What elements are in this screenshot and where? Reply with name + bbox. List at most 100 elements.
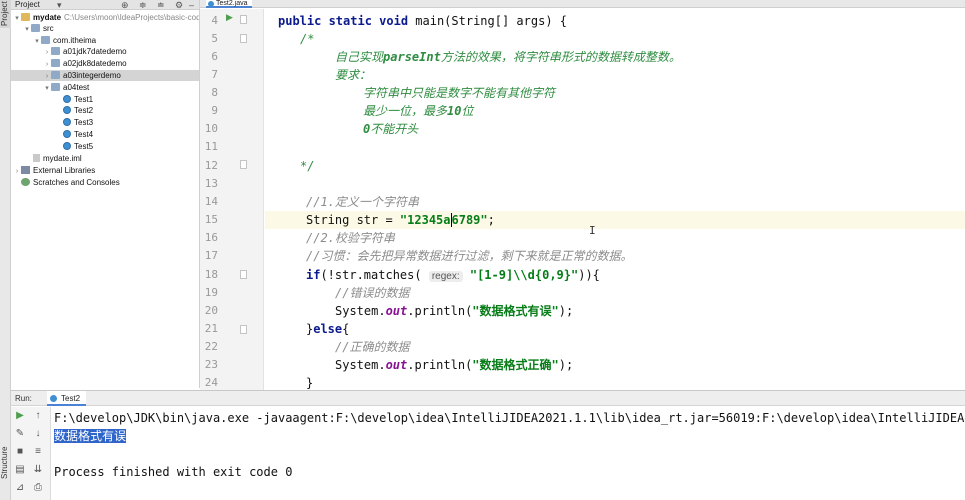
tree-item-a04test[interactable]: ▾ a04test xyxy=(11,82,199,94)
library-icon xyxy=(21,166,30,174)
chevron-right-icon[interactable]: › xyxy=(43,59,51,70)
code-line[interactable]: //错误的数据 xyxy=(335,284,409,302)
console-exit-line: Process finished with exit code 0 xyxy=(54,465,293,479)
tree-label: Test2 xyxy=(74,106,94,115)
code-text: } xyxy=(306,376,314,390)
tree-item-a02jdk8datedemo[interactable]: › a02jdk8datedemo xyxy=(11,58,199,70)
locate-icon[interactable]: ⊕ xyxy=(121,0,129,10)
fold-marker-icon[interactable] xyxy=(240,15,247,24)
tree-item-a01jdk7datedemo[interactable]: › a01jdk7datedemo xyxy=(11,46,199,58)
line-number: 19 xyxy=(204,286,218,299)
code-line[interactable]: 最少一位，最多10位 xyxy=(363,102,473,120)
doc-comment: 方法的效果，将字符串形式的数据转成整数。 xyxy=(440,50,681,64)
code-line[interactable]: 0不能开头 xyxy=(363,120,418,138)
scroll-to-end-icon[interactable]: ⇊ xyxy=(31,463,45,476)
code-line[interactable]: */ xyxy=(300,157,314,175)
structure-tool-button[interactable]: Structure xyxy=(0,443,11,483)
tree-label: mydate xyxy=(33,13,62,22)
layout-icon[interactable]: ▤ xyxy=(13,463,27,476)
code-text: ); xyxy=(558,358,574,372)
chevron-down-icon[interactable]: ▾ xyxy=(57,0,62,10)
java-class-icon xyxy=(63,130,71,138)
tree-item-com-itheima[interactable]: ▾ com.itheima xyxy=(11,35,199,46)
java-class-icon xyxy=(63,142,71,150)
tree-item-scratches[interactable]: Scratches and Consoles xyxy=(11,177,199,188)
tree-item-test1[interactable]: Test1 xyxy=(11,94,199,105)
code-line[interactable]: if(!str.matches( regex: "[1-9]\\d{0,9}")… xyxy=(306,266,600,284)
console-output[interactable]: F:\develop\JDK\bin\java.exe -javaagent:F… xyxy=(52,407,965,500)
scroll-down-icon[interactable]: ↓ xyxy=(31,427,45,440)
fold-marker-icon[interactable] xyxy=(240,270,247,279)
tree-item-mydate-iml[interactable]: mydate.iml xyxy=(11,153,199,164)
editor-tab-test2[interactable]: Test2.java xyxy=(206,0,252,8)
chevron-right-icon[interactable]: › xyxy=(43,47,51,58)
code-line[interactable]: //2.校验字符串 xyxy=(306,229,395,247)
line-number: 16 xyxy=(204,231,218,244)
collapse-all-icon[interactable]: ≐ xyxy=(157,0,165,10)
string-literal: "数据格式有误" xyxy=(472,304,559,318)
keyword: public static void xyxy=(278,14,409,28)
line-number: 10 xyxy=(204,122,218,135)
code-line[interactable]: //正确的数据 xyxy=(335,338,409,356)
scroll-up-icon[interactable]: ↑ xyxy=(31,409,45,422)
fold-marker-icon[interactable] xyxy=(240,325,247,334)
code-line[interactable]: //1.定义一个字符串 xyxy=(306,193,419,211)
tree-label: com.itheima xyxy=(53,36,97,45)
tree-item-mydate[interactable]: ▾ mydate C:\Users\moon\IdeaProjects\basic-… xyxy=(11,12,199,23)
code-text: )){ xyxy=(578,268,600,282)
stop-icon[interactable]: ■ xyxy=(13,445,27,458)
minimize-icon[interactable]: – xyxy=(189,0,194,10)
tree-item-a03integerdemo[interactable]: › a03integerdemo xyxy=(11,70,199,82)
tree-item-external-libraries[interactable]: › External Libraries xyxy=(11,165,199,177)
code-line-current[interactable]: String str = "12345a6789"; xyxy=(306,211,495,229)
code-line[interactable]: /* xyxy=(300,30,314,48)
run-gutter-icon[interactable]: ▶ xyxy=(226,12,233,23)
tree-item-src[interactable]: ▾ src xyxy=(11,23,199,35)
tree-label: Test4 xyxy=(74,130,94,139)
project-title[interactable]: Project xyxy=(15,0,40,9)
line-number: 7 xyxy=(211,68,218,81)
code-line[interactable]: System.out.println("数据格式正确"); xyxy=(335,356,573,374)
doc-comment: 位 xyxy=(461,104,474,118)
code-line[interactable]: }else{ xyxy=(306,320,349,338)
chevron-down-icon[interactable]: ▾ xyxy=(23,24,31,35)
line-number: 14 xyxy=(204,195,218,208)
line-number: 6 xyxy=(211,50,218,63)
console-command-line: F:\develop\JDK\bin\java.exe -javaagent:F… xyxy=(54,411,965,425)
soft-wrap-icon[interactable]: ≡ xyxy=(31,445,45,458)
chevron-right-icon[interactable]: › xyxy=(43,71,51,82)
code-line[interactable]: //习惯：会先把异常数据进行过滤，剩下来就是正常的数据。 xyxy=(306,247,632,265)
chevron-right-icon[interactable]: › xyxy=(13,166,21,177)
line-number: 5 xyxy=(211,32,218,45)
tree-item-test4[interactable]: Test4 xyxy=(11,129,199,140)
code-text: (!str.matches( xyxy=(320,268,429,282)
java-class-icon xyxy=(63,118,71,126)
java-class-icon xyxy=(63,106,71,114)
tree-item-test2[interactable]: Test2 xyxy=(11,105,199,116)
code-line[interactable]: } xyxy=(306,374,313,390)
doc-comment: 不能开头 xyxy=(370,122,419,136)
wrench-icon[interactable]: ✎ xyxy=(13,427,27,440)
code-line[interactable]: public static void main(String[] args) { xyxy=(278,12,567,30)
project-tool-button[interactable]: Project xyxy=(0,0,11,28)
tree-label: a04test xyxy=(63,83,90,92)
line-number: 18 xyxy=(204,268,218,281)
code-editor[interactable]: Test2.java ▶ 4 5 6 7 8 9 10 11 12 13 14 … xyxy=(200,0,965,390)
tree-item-test5[interactable]: Test5 xyxy=(11,141,199,152)
run-tab-test2[interactable]: Test2 xyxy=(47,391,87,406)
code-line[interactable]: 字符串中只能是数字不能有其他字符 xyxy=(363,84,555,102)
project-panel: Project ▾ ⊕ ≑ ≐ ⚙ – ▾ mydate C:\Users\moon… xyxy=(11,0,200,388)
tree-item-test3[interactable]: Test3 xyxy=(11,117,199,128)
tree-label: Test3 xyxy=(74,118,94,127)
print-icon[interactable]: ⎙ xyxy=(31,481,45,494)
fold-marker-icon[interactable] xyxy=(240,160,247,169)
pin-icon[interactable]: ⊿ xyxy=(13,481,27,494)
chevron-down-icon[interactable]: ▾ xyxy=(43,83,51,94)
gear-icon[interactable]: ⚙ xyxy=(175,0,183,10)
code-line[interactable]: System.out.println("数据格式有误"); xyxy=(335,302,573,320)
expand-all-icon[interactable]: ≑ xyxy=(139,0,147,10)
code-line[interactable]: 自己实现parseInt方法的效果，将字符串形式的数据转成整数。 xyxy=(335,48,681,66)
fold-marker-icon[interactable] xyxy=(240,34,247,43)
code-line[interactable]: 要求： xyxy=(335,66,371,84)
rerun-icon[interactable]: ▶ xyxy=(13,409,27,422)
